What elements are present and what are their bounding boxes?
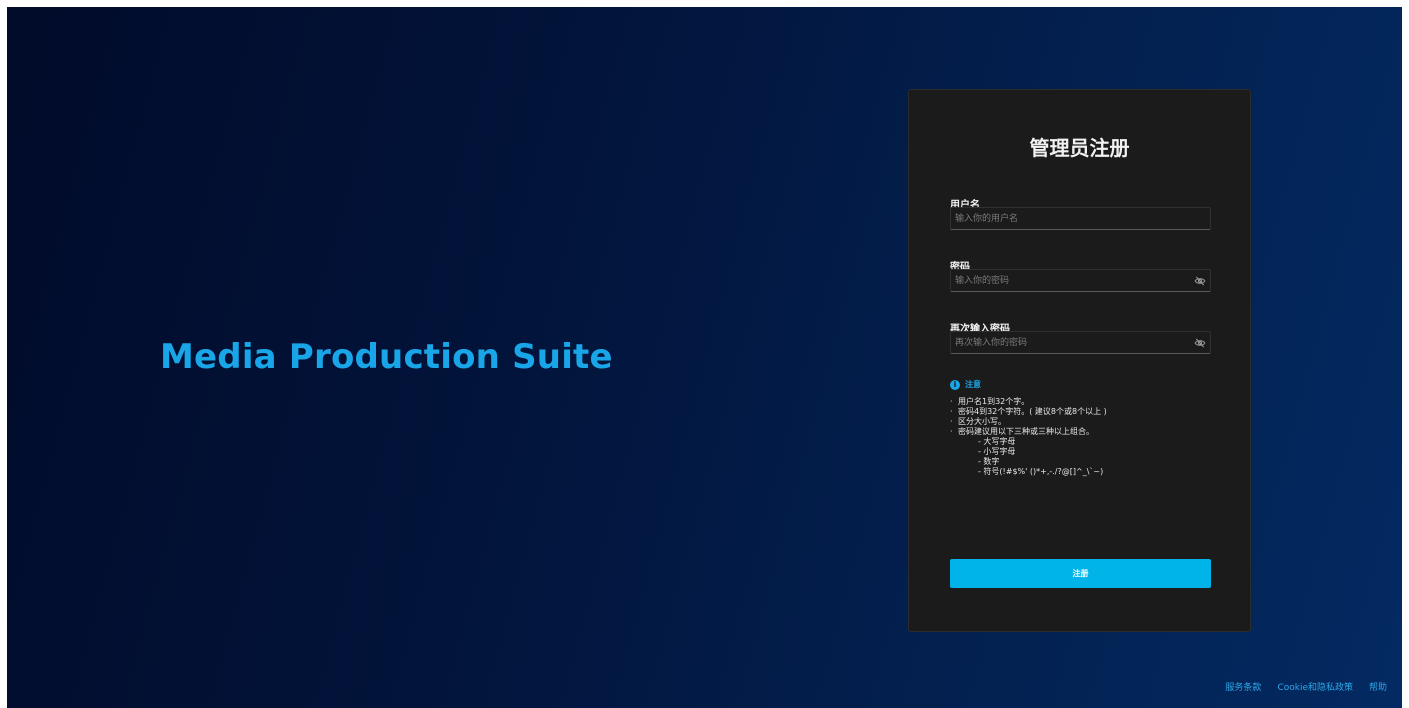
note-sub-item: - 符号(!#$%' ()*+,-./?@[]^_\`~)	[978, 467, 1104, 476]
password-input[interactable]	[951, 270, 1210, 291]
list-item: 密码4到32个字符。( 建议8个或8个以上 )	[950, 407, 1220, 417]
username-field-box	[950, 207, 1211, 230]
note-sub-item: - 数字	[978, 457, 1000, 466]
info-icon: i	[950, 380, 960, 390]
note-list: 用户名1到32个字。 密码4到32个字符。( 建议8个或8个以上 ) 区分大小写…	[950, 397, 1220, 437]
cookie-privacy-link[interactable]: Cookie和隐私政策	[1277, 680, 1353, 693]
confirm-password-field-box	[950, 331, 1211, 354]
password-field-box	[950, 269, 1211, 292]
confirm-password-input[interactable]	[951, 332, 1210, 353]
help-link[interactable]: 帮助	[1369, 680, 1387, 693]
list-item: 区分大小写。	[950, 417, 1220, 427]
register-card: 管理员注册 用户名 密码 再次输入密码 i 注	[908, 89, 1251, 632]
password-rules-note: i 注意 用户名1到32个字。 密码4到32个字符。( 建议8个或8个以上 ) …	[950, 380, 1220, 477]
username-input[interactable]	[951, 208, 1210, 229]
page-background: Media Production Suite 管理员注册 用户名 密码 再次输入…	[7, 7, 1402, 708]
footer-links: 服务条款 Cookie和隐私政策 帮助	[1225, 680, 1387, 693]
register-button[interactable]: 注册	[950, 559, 1211, 588]
form-title: 管理员注册	[1029, 136, 1130, 160]
note-sub-item: - 大写字母	[978, 437, 1016, 446]
list-item: 用户名1到32个字。	[950, 397, 1220, 407]
note-sub-item: - 小写字母	[978, 447, 1016, 456]
note-title: 注意	[965, 380, 981, 389]
eye-off-icon[interactable]	[1194, 275, 1206, 287]
note-header: i 注意	[950, 380, 1220, 390]
eye-off-icon[interactable]	[1194, 337, 1206, 349]
brand-title: Media Production Suite	[160, 337, 613, 377]
list-item: 密码建议用以下三种或三种以上组合。	[950, 427, 1220, 437]
terms-link[interactable]: 服务条款	[1225, 680, 1261, 693]
